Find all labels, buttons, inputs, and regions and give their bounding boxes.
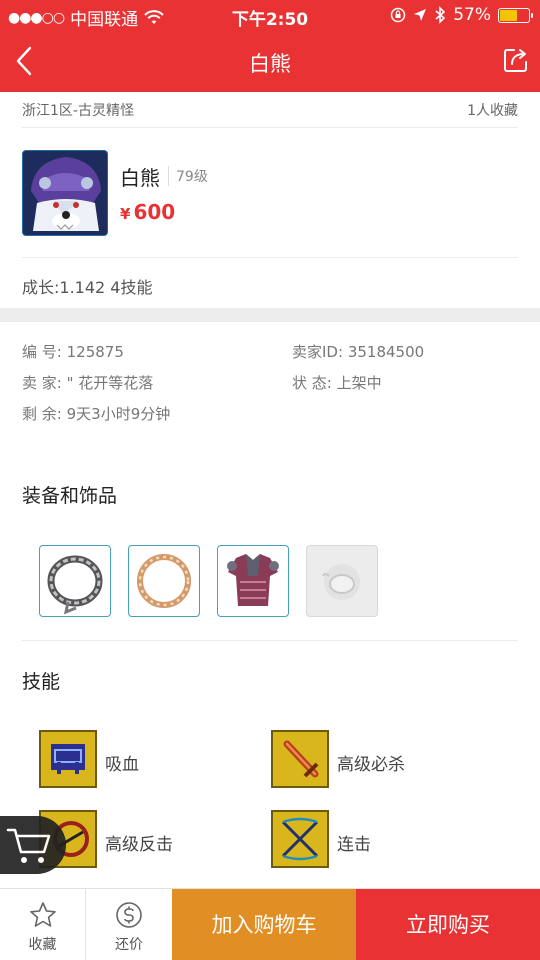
currency-symbol: ¥ [120,205,131,223]
pet-price: ¥600 [120,200,175,224]
status-label: 状 态: [292,374,332,392]
skill-name-2: 高级必杀 [337,755,405,775]
server-name: 浙江1区-古灵精怪 [22,102,134,119]
equipment-slot-2[interactable] [128,545,200,617]
page-title: 白熊 [249,52,291,76]
pet-card [22,150,108,236]
skill-icon-4[interactable] [271,810,329,868]
time-remaining: 剩 余: 9天3小时9分钟 [22,403,170,424]
navigation-bar: 白熊 [0,30,540,92]
favorite-label: 收藏 [28,937,57,953]
sword-skill-icon [273,732,327,786]
armor-icon [227,554,279,606]
shopping-cart-icon [6,828,51,863]
remaining-value: 9天3小时9分钟 [66,405,171,423]
status-bar: ●●●○○ 中国联通 下午2:50 57% [0,0,540,30]
divider [22,257,518,258]
dollar-circle-icon [116,902,142,928]
divider [22,640,518,641]
battery-percent: 57% [453,5,491,25]
seller: 卖 家: " 花开等花落 [22,372,153,393]
chain-ring-icon [47,555,103,615]
battery-icon [498,7,533,23]
pet-name: 白熊 [120,166,160,190]
skill-name-3: 高级反击 [105,835,173,855]
item-id: 编 号: 125875 [22,341,124,362]
server-info-row: 浙江1区-古灵精怪 1人收藏 [22,92,518,128]
seller-id-label: 卖家ID: [292,343,344,361]
skill-name-4: 连击 [337,835,371,855]
white-bear-portrait-icon [23,151,107,235]
section-separator [0,308,540,322]
skills-section-title: 技能 [22,671,61,693]
star-icon [30,902,56,927]
floating-cart-button[interactable] [0,816,66,874]
equipment-slot-3[interactable] [217,545,289,617]
seller-id-value: 35184500 [347,343,425,361]
bargain-label: 还价 [115,937,143,953]
rotation-lock-icon [390,7,406,23]
skill-icon-1[interactable] [39,730,97,788]
listing-status: 状 态: 上架中 [292,372,382,393]
pet-level: 79级 [168,166,208,186]
combo-skill-icon [273,812,327,866]
equipment-section-title: 装备和饰品 [22,485,118,507]
price-value: 600 [133,200,176,224]
vampire-skill-icon [41,732,95,786]
bead-ring-icon [137,554,191,608]
pet-avatar[interactable] [22,150,108,236]
equipment-slot-1[interactable] [39,545,111,617]
seller-id: 卖家ID: 35184500 [292,341,424,362]
item-id-label: 编 号: [22,343,62,361]
empty-slot-icon [322,564,360,600]
seller-value: " 花开等花落 [66,374,154,392]
skill-icon-2[interactable] [271,730,329,788]
favorite-button[interactable]: 收藏 [0,889,86,960]
add-to-cart-button[interactable]: 加入购物车 [172,889,356,960]
bluetooth-icon [435,6,446,24]
buy-now-button[interactable]: 立即购买 [356,889,540,960]
remaining-label: 剩 余: [22,405,62,423]
equipment-slot-empty[interactable] [306,545,378,617]
status-value: 上架中 [336,374,382,392]
seller-label: 卖 家: [22,374,62,392]
item-id-value: 125875 [66,343,124,361]
bargain-button[interactable]: 还价 [86,889,172,960]
bottom-action-bar: 收藏 还价 加入购物车 立即购买 [0,888,540,960]
location-icon [414,9,427,21]
skill-name-1: 吸血 [105,755,139,775]
favorite-count: 1人收藏 [467,102,518,119]
pet-growth: 成长:1.142 4技能 [22,278,153,297]
share-icon[interactable] [502,46,530,74]
